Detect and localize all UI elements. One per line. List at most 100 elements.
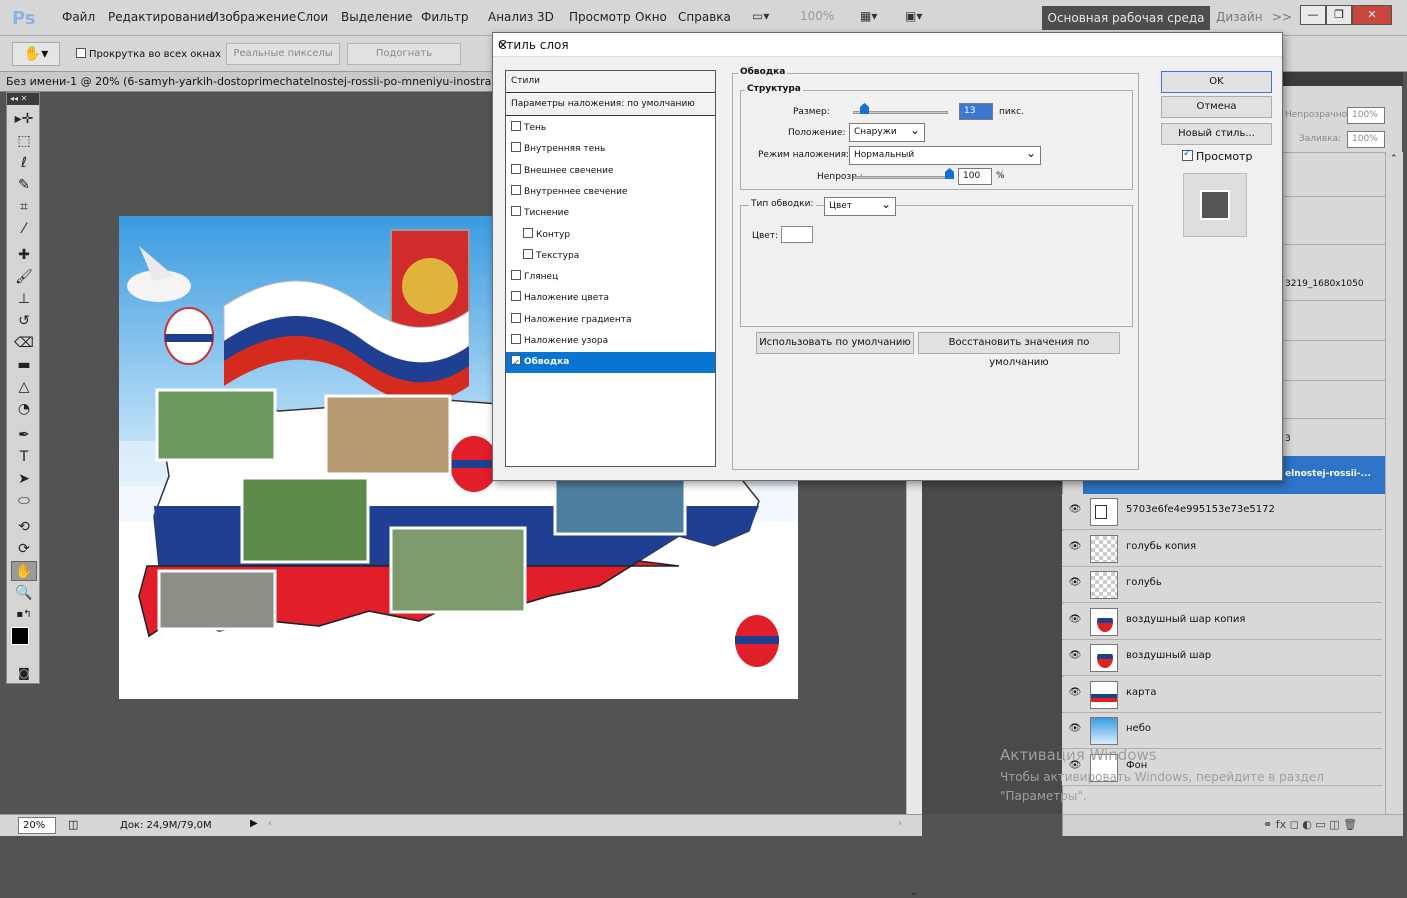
menu-item-3[interactable]: Слои [297, 10, 328, 24]
zoom-level[interactable]: 100% [800, 9, 834, 23]
brush-tool-icon[interactable]: 🖌 [11, 267, 37, 287]
status-menu-icon[interactable]: ▶ [250, 818, 258, 829]
eye-icon[interactable]: 👁 [1067, 723, 1083, 739]
effect-item[interactable]: Наложение узора [506, 331, 715, 352]
minimize-icon[interactable]: — [1300, 5, 1326, 25]
effect-checkbox[interactable] [523, 248, 533, 259]
3d-rotate-icon[interactable]: ⟲ [11, 517, 37, 537]
close-icon[interactable]: ✕ [498, 38, 1274, 52]
menu-item-10[interactable]: Справка [678, 10, 731, 24]
effect-item[interactable]: Внутренняя тень [506, 139, 715, 160]
menu-item-1[interactable]: Редактирование [108, 10, 213, 24]
menu-item-2[interactable]: Изображение [210, 10, 296, 24]
more-workspaces[interactable]: >> [1272, 10, 1292, 24]
effect-checkbox[interactable] [511, 291, 521, 302]
close-icon[interactable]: ✕ [1352, 5, 1392, 25]
styles-header[interactable]: Стили [506, 71, 715, 93]
opacity-input[interactable]: 100% [1347, 107, 1385, 124]
effect-checkbox[interactable] [511, 334, 521, 344]
effect-item[interactable]: Наложение цвета [506, 288, 715, 309]
layers-scrollbar[interactable]: ⌃ [1385, 152, 1403, 822]
dialog-titlebar[interactable]: Стиль слоя ✕ [493, 33, 1282, 57]
color-swatch[interactable] [781, 226, 813, 243]
design-workspace[interactable]: Дизайн [1216, 10, 1263, 24]
trash-icon[interactable]: 🗑 [1343, 818, 1357, 831]
group-icon[interactable]: ▭ [1315, 818, 1325, 831]
blending-options[interactable]: Параметры наложения: по умолчанию [506, 94, 715, 116]
effect-checkbox[interactable] [523, 227, 533, 238]
history-brush-icon[interactable]: ↺ [11, 311, 37, 331]
size-input[interactable]: 13 [959, 103, 993, 120]
eye-icon[interactable]: 👁 [1067, 650, 1083, 666]
hand-tool-preset-icon[interactable]: ✋▾ [12, 42, 60, 66]
type-tool-icon[interactable]: T [11, 447, 37, 467]
opacity-input[interactable]: 100 [958, 168, 992, 185]
swap-colors-icon[interactable]: ▪↰ [11, 605, 37, 625]
blur-tool-icon[interactable]: △ [11, 377, 37, 397]
quick-mask-icon[interactable]: ◙ [11, 663, 37, 683]
eyedropper-tool-icon[interactable]: ⁄ [11, 219, 37, 239]
lasso-tool-icon[interactable]: ℓ [11, 153, 37, 173]
eye-icon[interactable]: 👁 [1067, 577, 1083, 593]
scroll-up-icon[interactable]: ⌃ [1390, 154, 1398, 164]
eye-icon[interactable]: 👁 [1067, 687, 1083, 703]
layer-partial-name[interactable]: 3219_1680x1050 [1285, 279, 1364, 289]
layer-row[interactable]: 👁 голубь [1062, 567, 1382, 603]
eye-icon[interactable]: 👁 [1067, 504, 1083, 520]
foreground-color[interactable] [11, 627, 29, 645]
layer-row[interactable]: 👁 воздушный шар [1062, 640, 1382, 676]
mask-icon[interactable]: ◻ [1290, 818, 1299, 831]
position-select[interactable]: Снаружи [849, 122, 925, 142]
pen-tool-icon[interactable]: ✒ [11, 425, 37, 445]
preview-checkbox[interactable]: Просмотр [1182, 148, 1252, 163]
effect-item[interactable]: Текстура [506, 246, 715, 267]
actual-pixels-button[interactable]: Реальные пикселы [226, 43, 340, 65]
reset-default-button[interactable]: Восстановить значения по умолчанию [918, 332, 1120, 368]
fill-type-select[interactable]: Цвет [824, 196, 896, 216]
layer-partial-name-2[interactable]: 3 [1285, 434, 1291, 444]
crop-tool-icon[interactable]: ⌗ [11, 197, 37, 217]
eye-icon[interactable]: 👁 [1067, 541, 1083, 557]
scroll-left-icon[interactable]: ‹ [268, 818, 272, 829]
gradient-tool-icon[interactable]: ▬ [11, 355, 37, 375]
layer-row[interactable]: 👁 воздушный шар копия [1062, 603, 1382, 640]
effect-item[interactable]: Глянец [506, 267, 715, 288]
tools-panel-header[interactable]: ◂◂ ✕ [7, 93, 39, 105]
zoom-field[interactable]: 20% [18, 817, 56, 834]
effect-item[interactable]: Тень [506, 118, 715, 139]
menu-item-8[interactable]: Просмотр [569, 10, 631, 24]
dodge-tool-icon[interactable]: ◔ [11, 399, 37, 419]
effect-checkbox[interactable] [511, 270, 521, 281]
cancel-button[interactable]: Отмена [1161, 96, 1272, 118]
effect-item[interactable]: Контур [506, 225, 715, 246]
3d-orbit-icon[interactable]: ⟳ [11, 539, 37, 559]
fit-screen-button[interactable]: Подогнать [347, 43, 461, 65]
marquee-tool-icon[interactable]: ⬚ [11, 131, 37, 151]
layer-row[interactable]: 👁 карта [1062, 676, 1382, 713]
scroll-down-icon[interactable]: ⌄ [910, 888, 918, 898]
effect-item[interactable]: Внутреннее свечение [506, 182, 715, 203]
menu-item-4[interactable]: Выделение [341, 10, 412, 24]
opacity-slider[interactable] [853, 176, 948, 179]
eraser-tool-icon[interactable]: ⌫ [11, 333, 37, 353]
path-select-icon[interactable]: ➤ [11, 469, 37, 489]
eye-icon[interactable]: 👁 [1067, 614, 1083, 630]
screen-mode-icon[interactable]: ▭▾ [752, 9, 769, 23]
link-icon[interactable]: ⚭ [1263, 818, 1272, 831]
blend-mode-select[interactable]: Нормальный [849, 145, 1041, 165]
move-tool-icon[interactable]: ▸✛ [11, 109, 37, 129]
menu-item-9[interactable]: Окно [635, 10, 667, 24]
quick-select-tool-icon[interactable]: ✎ [11, 175, 37, 195]
fill-input[interactable]: 100% [1347, 131, 1385, 148]
workspace-button[interactable]: Основная рабочая среда [1042, 6, 1210, 30]
extras-icon[interactable]: ▣▾ [905, 9, 922, 23]
menu-item-6[interactable]: Анализ [488, 10, 533, 24]
healing-brush-icon[interactable]: ✚ [11, 245, 37, 265]
arrange-icon[interactable]: ▦▾ [860, 9, 877, 23]
effect-item[interactable]: Наложение градиента [506, 310, 715, 331]
use-default-button[interactable]: Использовать по умолчанию [756, 332, 914, 354]
new-style-button[interactable]: Новый стиль... [1161, 123, 1272, 145]
status-icon[interactable]: ◫ [68, 818, 78, 831]
restore-icon[interactable]: ❐ [1326, 5, 1352, 25]
hand-tool-icon[interactable]: ✋ [11, 561, 37, 581]
